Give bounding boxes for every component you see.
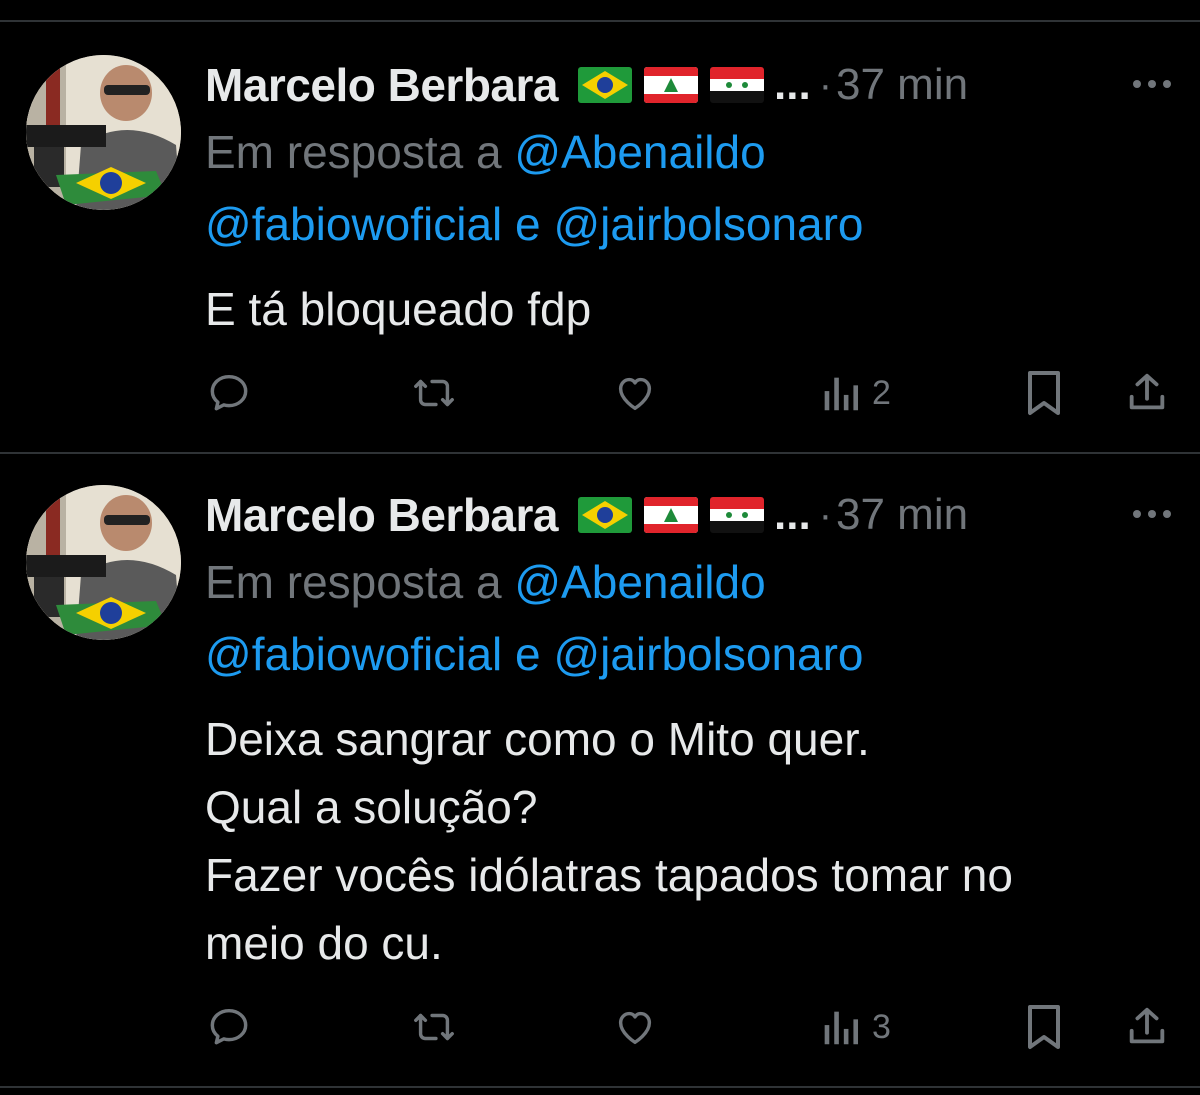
share-icon xyxy=(1129,1007,1165,1044)
tweet-text-line: meio do cu. xyxy=(205,917,443,969)
author-name[interactable]: Marcelo Berbara xyxy=(205,488,559,542)
share-button[interactable] xyxy=(1124,1002,1170,1052)
lebanon-flag-icon xyxy=(644,67,698,103)
retweet-icon xyxy=(414,1013,454,1041)
views-count: 2 xyxy=(872,373,891,412)
brazil-flag-icon xyxy=(578,67,632,103)
tweet-text: Deixa sangrar como o Mito quer. Qual a s… xyxy=(205,705,1013,977)
timestamp[interactable]: 37 min xyxy=(836,60,968,110)
reply-button[interactable] xyxy=(206,1002,252,1052)
retweet-button[interactable] xyxy=(410,1002,458,1052)
avatar[interactable] xyxy=(26,485,181,640)
reply-context-continued: @fabiowoficial e @jairbolsonaro xyxy=(205,197,864,251)
reply-button[interactable] xyxy=(206,368,252,418)
more-icon xyxy=(1133,80,1171,88)
tweet-header: Marcelo Berbara ... · 37 min xyxy=(205,55,968,115)
mention-link[interactable]: @Abenaildo xyxy=(514,126,765,178)
brazil-flag-icon xyxy=(578,497,632,533)
bookmark-button[interactable] xyxy=(1024,368,1064,418)
mention-link[interactable]: @fabiowoficial xyxy=(205,198,502,250)
reply-context: Em resposta a @Abenaildo xyxy=(205,125,766,179)
avatar[interactable] xyxy=(26,55,181,210)
tweet-actions: 3 xyxy=(0,1002,1200,1052)
tweet-text-line: E tá bloqueado fdp xyxy=(205,283,592,335)
reply-icon xyxy=(210,374,248,411)
share-icon xyxy=(1129,373,1165,410)
name-ellipsis: ... xyxy=(774,490,811,539)
bookmark-button[interactable] xyxy=(1024,1002,1064,1052)
views-icon xyxy=(824,377,859,411)
mention-link[interactable]: @fabiowoficial xyxy=(205,628,502,680)
bookmark-icon xyxy=(1028,371,1060,415)
like-button[interactable] xyxy=(612,1002,658,1052)
views-button[interactable]: 2 xyxy=(820,368,891,418)
tweet-text-line: Qual a solução? xyxy=(205,781,538,833)
separator-dot: · xyxy=(818,492,833,537)
mention-link[interactable]: @jairbolsonaro xyxy=(553,198,863,250)
like-button[interactable] xyxy=(612,368,658,418)
author-name[interactable]: Marcelo Berbara xyxy=(205,58,559,112)
bookmark-icon xyxy=(1028,1005,1060,1049)
name-ellipsis: ... xyxy=(774,60,811,109)
tweet-text: E tá bloqueado fdp xyxy=(205,275,591,343)
tweet-text-line: Deixa sangrar como o Mito quer. xyxy=(205,713,870,765)
views-button[interactable]: 3 xyxy=(820,1002,891,1052)
syria-flag-icon xyxy=(710,67,764,103)
mention-link[interactable]: @jairbolsonaro xyxy=(553,628,863,680)
timestamp[interactable]: 37 min xyxy=(836,490,968,540)
avatar-photo xyxy=(26,485,181,640)
share-button[interactable] xyxy=(1124,368,1170,418)
like-icon xyxy=(618,377,652,411)
flag-list xyxy=(578,497,776,533)
more-options-button[interactable] xyxy=(1128,499,1176,529)
reply-prefix: Em resposta a xyxy=(205,126,515,178)
retweet-button[interactable] xyxy=(410,368,458,418)
avatar-photo xyxy=(26,55,181,210)
lebanon-flag-icon xyxy=(644,497,698,533)
like-icon xyxy=(618,1011,652,1045)
reply-icon xyxy=(210,1008,248,1045)
bottom-divider xyxy=(0,1086,1200,1088)
tweet-divider xyxy=(0,452,1200,454)
tweet-header: Marcelo Berbara ... · 37 min xyxy=(205,485,968,545)
mention-joiner: e xyxy=(502,628,554,680)
top-divider xyxy=(0,20,1200,22)
mention-link[interactable]: @Abenaildo xyxy=(514,556,765,608)
tweet-text-line: Fazer vocês idólatras tapados tomar no xyxy=(205,849,1013,901)
syria-flag-icon xyxy=(710,497,764,533)
more-options-button[interactable] xyxy=(1128,69,1176,99)
retweet-icon xyxy=(414,379,454,407)
separator-dot: · xyxy=(818,62,833,107)
reply-prefix: Em resposta a xyxy=(205,556,515,608)
reply-context-continued: @fabiowoficial e @jairbolsonaro xyxy=(205,627,864,681)
flag-list xyxy=(578,67,776,103)
views-icon xyxy=(824,1011,859,1045)
mention-joiner: e xyxy=(502,198,554,250)
tweet-feed: Marcelo Berbara ... · 37 min Em resposta… xyxy=(0,0,1200,1095)
reply-context: Em resposta a @Abenaildo xyxy=(205,555,766,609)
views-count: 3 xyxy=(872,1007,891,1046)
more-icon xyxy=(1133,510,1171,518)
tweet-actions: 2 xyxy=(0,368,1200,418)
